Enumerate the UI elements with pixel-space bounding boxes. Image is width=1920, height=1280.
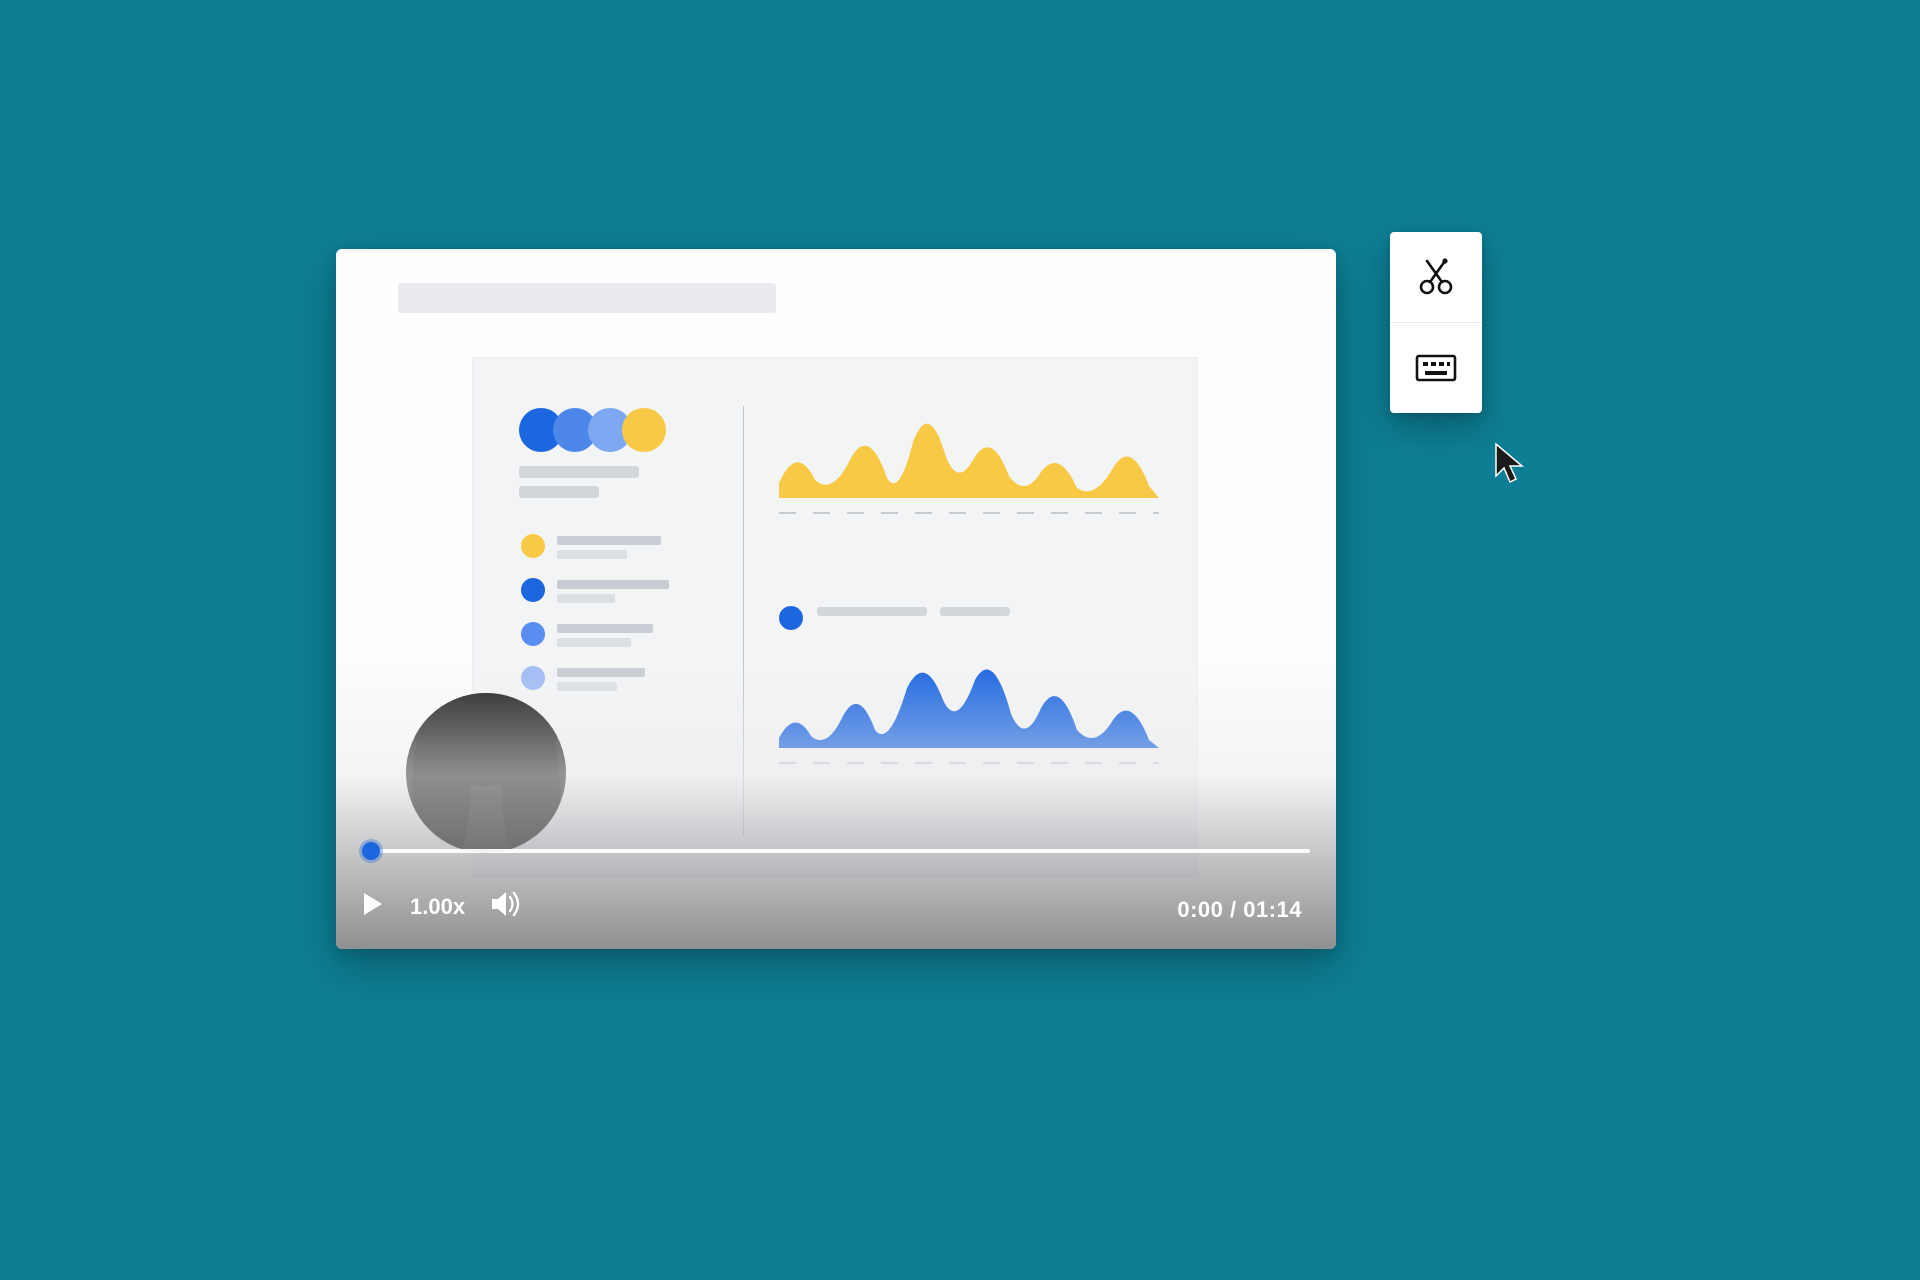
text-placeholder <box>519 486 599 498</box>
text-placeholder <box>519 466 639 478</box>
list-item <box>521 666 545 690</box>
list-item <box>521 534 545 558</box>
text-placeholder <box>557 682 617 691</box>
text-placeholder <box>557 536 661 545</box>
text-placeholder <box>557 550 627 559</box>
text-placeholder <box>557 638 631 647</box>
list-item <box>521 622 545 646</box>
legend-dot <box>779 606 803 630</box>
text-placeholder <box>557 668 645 677</box>
cursor-icon <box>1492 442 1532 486</box>
list-item <box>521 578 545 602</box>
chart-legend <box>779 606 992 630</box>
presentation-panel <box>472 357 1198 877</box>
playback-speed-button[interactable]: 1.00x <box>410 894 465 920</box>
video-controls: 1.00x 0:00 / 01:14 <box>336 819 1336 949</box>
panel-divider <box>743 406 744 836</box>
video-player-card: 1.00x 0:00 / 01:14 <box>336 249 1336 949</box>
bullet-dot <box>521 578 545 602</box>
volume-button[interactable] <box>491 891 521 923</box>
bullet-dot <box>521 622 545 646</box>
seek-track[interactable] <box>362 849 1310 853</box>
seek-thumb[interactable] <box>362 842 380 860</box>
swatch-dot <box>622 408 666 452</box>
chart-axis <box>779 762 1159 764</box>
color-swatch-row <box>519 408 666 457</box>
play-button[interactable] <box>362 892 384 922</box>
sparkline-chart-yellow <box>779 408 1159 498</box>
text-placeholder <box>940 607 1010 616</box>
text-placeholder <box>557 624 653 633</box>
time-display: 0:00 / 01:14 <box>1177 897 1302 923</box>
text-placeholder <box>557 594 615 603</box>
scissors-icon <box>1416 257 1456 297</box>
video-tools-panel <box>1390 232 1482 413</box>
sparkline-chart-blue <box>779 658 1159 748</box>
captions-button[interactable] <box>1390 323 1482 413</box>
bullet-dot <box>521 666 545 690</box>
text-placeholder <box>817 607 927 616</box>
trim-button[interactable] <box>1390 232 1482 322</box>
text-placeholder <box>557 580 669 589</box>
chart-axis <box>779 512 1159 514</box>
document-title-placeholder <box>398 283 776 313</box>
keyboard-icon <box>1415 352 1457 384</box>
bullet-dot <box>521 534 545 558</box>
